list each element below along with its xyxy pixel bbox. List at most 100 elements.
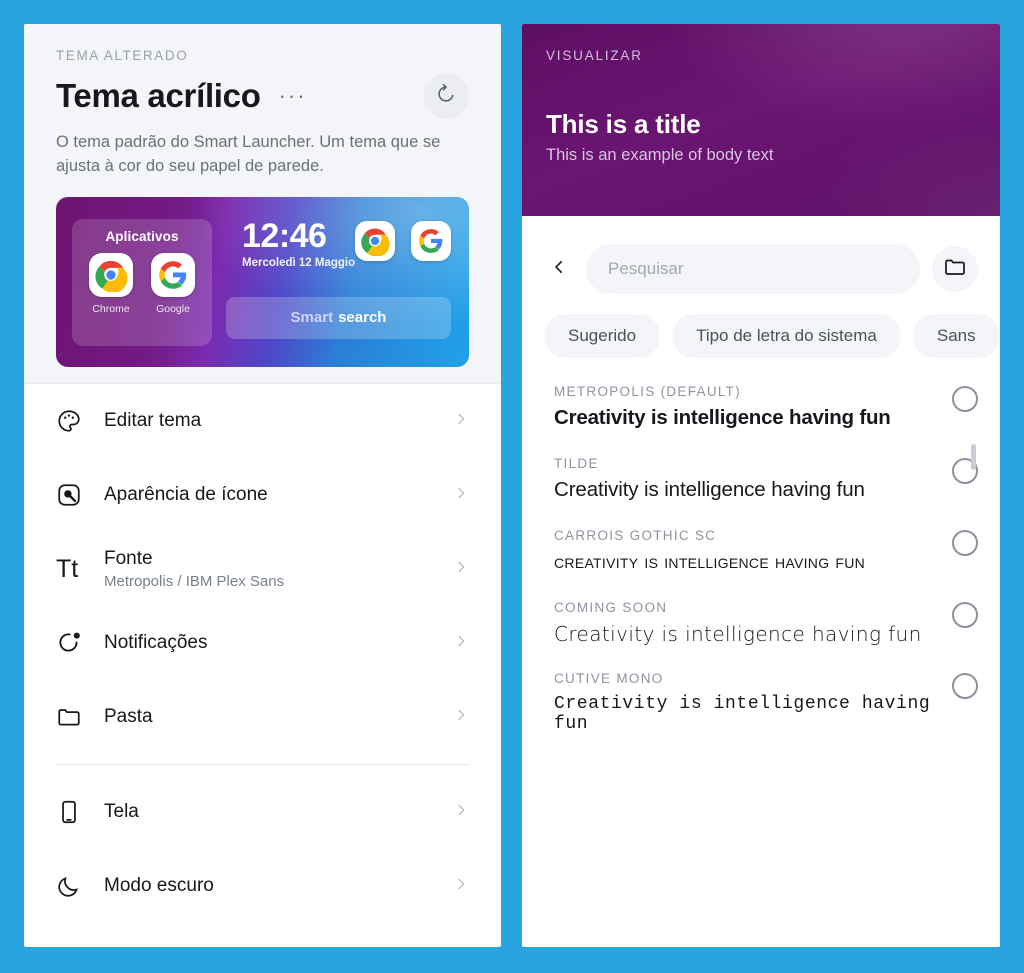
sidebar-item-aparencia-de-icone[interactable]: Aparência de ícone: [56, 458, 469, 532]
more-options-button[interactable]: ···: [275, 85, 311, 107]
font-list: METROPOLIS (DEFAULT) Creativity is intel…: [544, 384, 978, 761]
filter-chips-row: Sugerido Tipo de letra do sistema Sans: [544, 314, 1000, 358]
sidebar-item-label: Pasta: [104, 706, 153, 727]
theme-detail-panel: TEMA ALTERADO Tema acrílico ··· O tema p…: [24, 24, 501, 947]
sidebar-item-notificacoes[interactable]: Notificações: [56, 606, 469, 680]
open-folder-button[interactable]: [932, 246, 978, 292]
preview-title: This is a title: [546, 109, 701, 139]
search-row: Pesquisar: [544, 244, 978, 294]
list-divider: [56, 764, 469, 765]
chip-sugerido[interactable]: Sugerido: [544, 314, 661, 358]
preview-app-google: Google: [149, 252, 197, 315]
scrollbar-thumb[interactable]: [971, 444, 976, 470]
chrome-icon: [355, 220, 395, 261]
phone-screen-icon: [56, 799, 104, 825]
sidebar-item-label: Tela: [104, 801, 139, 822]
preview-apps-icon-row: Chrome Google: [72, 252, 212, 315]
sidebar-item-label: Editar tema: [104, 410, 202, 431]
chevron-right-icon: [453, 485, 469, 506]
moon-icon: [56, 873, 104, 899]
theme-title-row: Tema acrílico ···: [56, 73, 469, 119]
font-option-sample: Creativity is intelligence having fun: [554, 406, 891, 429]
preview-clock-date: Mercoledì 12 Maggio: [242, 256, 356, 269]
sidebar-item-editar-tema[interactable]: Editar tema: [56, 384, 469, 458]
theme-preview-card[interactable]: Aplicativos Chrome Google 12:46 Mercoled…: [56, 196, 469, 367]
preview-apps-title: Aplicativos: [105, 228, 179, 244]
font-tt-icon: Tt: [56, 554, 79, 583]
font-option-name: COMING SOON: [554, 599, 668, 615]
sidebar-item-modo-escuro[interactable]: Modo escuro: [56, 849, 469, 923]
palette-icon: [56, 408, 104, 434]
theme-description: O tema padrão do Smart Launcher. Um tema…: [56, 133, 441, 175]
preview-search-accent: Smart: [290, 309, 334, 327]
chip-tipo-de-letra-do-sistema[interactable]: Tipo de letra do sistema: [672, 314, 901, 358]
sidebar-item-tela[interactable]: Tela: [56, 775, 469, 849]
font-option-name: TILDE: [554, 455, 599, 471]
sidebar-item-sublabel: Metropolis / IBM Plex Sans: [104, 573, 285, 590]
font-option-text: TILDE Creativity is intelligence having …: [554, 456, 952, 502]
search-placeholder: Pesquisar: [608, 259, 684, 278]
preview-search-rest: search: [338, 309, 387, 327]
sidebar-item-text: Editar tema: [104, 410, 453, 432]
google-icon: [151, 252, 195, 297]
font-option-sample: Creativity is intelligence having fun: [554, 477, 865, 501]
font-option-coming-soon[interactable]: COMING SOON Creativity is intelligence h…: [544, 600, 978, 671]
preview-app-label: Google: [156, 302, 190, 315]
settings-list: Editar tema Aparência de ícone Tt Fonte …: [24, 384, 501, 923]
font-option-text: CUTIVE MONO Creativity is intelligence h…: [554, 671, 952, 734]
font-option-radio[interactable]: [952, 673, 978, 700]
preview-app-chrome: Chrome: [87, 252, 135, 315]
notification-bell-icon: [56, 630, 104, 656]
sidebar-item-label: Modo escuro: [104, 875, 214, 896]
folder-icon: [943, 255, 967, 284]
sidebar-item-text: Tela: [104, 801, 453, 823]
sidebar-item-label: Fonte: [104, 548, 153, 569]
reset-theme-button[interactable]: [423, 73, 469, 119]
sidebar-item-fonte[interactable]: Tt Fonte Metropolis / IBM Plex Sans: [56, 532, 469, 606]
font-option-name: CARROIS GOTHIC SC: [554, 527, 717, 543]
folder-icon: [56, 704, 104, 730]
preview-clock-time: 12:46: [242, 216, 327, 255]
theme-eyebrow: TEMA ALTERADO: [56, 48, 189, 63]
font-option-text: CARROIS GOTHIC SC Creativity is intellig…: [554, 528, 952, 574]
font-picker-sheet: Pesquisar Sugerido Tipo de letra do sist…: [522, 216, 1000, 947]
font-option-carrois-gothic-sc[interactable]: CARROIS GOTHIC SC Creativity is intellig…: [544, 528, 978, 600]
font-preview-header: VISUALIZAR This is a title This is an ex…: [522, 24, 1000, 216]
sidebar-item-text: Aparência de ícone: [104, 484, 453, 506]
font-option-radio[interactable]: [952, 529, 978, 556]
google-icon: [411, 220, 451, 261]
chevron-left-icon[interactable]: [544, 258, 574, 281]
sidebar-item-label: Aparência de ícone: [104, 484, 268, 505]
chip-sans[interactable]: Sans: [912, 314, 1000, 358]
sidebar-item-pasta[interactable]: Pasta: [56, 680, 469, 754]
preview-clock: 12:46 Mercoledì 12 Maggio: [242, 219, 355, 269]
preview-apps-widget: Aplicativos Chrome Google: [72, 218, 212, 346]
reset-icon: [435, 83, 457, 110]
preview-eyebrow: VISUALIZAR: [546, 48, 643, 63]
search-input[interactable]: Pesquisar: [586, 244, 920, 294]
sidebar-item-text: Pasta: [104, 706, 453, 728]
font-option-metropolis[interactable]: METROPOLIS (DEFAULT) Creativity is intel…: [544, 384, 978, 456]
theme-header: TEMA ALTERADO Tema acrílico ··· O tema p…: [24, 24, 501, 384]
font-option-sample: Creativity is intelligence having fun: [554, 549, 866, 573]
font-option-name: CUTIVE MONO: [554, 671, 664, 687]
chevron-right-icon: [453, 876, 469, 897]
sidebar-item-label: Notificações: [104, 632, 208, 653]
font-option-radio[interactable]: [952, 601, 978, 628]
chevron-right-icon: [453, 707, 469, 728]
font-option-sample: Creativity is intelligence having fun: [554, 621, 922, 646]
icon-appearance-icon: [56, 482, 104, 508]
sidebar-item-text: Modo escuro: [104, 875, 453, 897]
preview-dock: [355, 220, 451, 261]
sidebar-item-text: Notificações: [104, 632, 453, 654]
font-option-sample: Creativity is intelligence having fun: [554, 694, 931, 735]
preview-body-text: This is an example of body text: [546, 146, 774, 164]
font-option-radio[interactable]: [952, 386, 978, 412]
preview-search-bar: Smart search: [226, 296, 451, 339]
font-option-cutive-mono[interactable]: CUTIVE MONO Creativity is intelligence h…: [544, 671, 978, 760]
font-picker-panel: VISUALIZAR This is a title This is an ex…: [522, 24, 1000, 947]
font-option-text: METROPOLIS (DEFAULT) Creativity is intel…: [554, 384, 952, 430]
chevron-right-icon: [453, 411, 469, 432]
chevron-right-icon: [453, 633, 469, 654]
font-option-tilde[interactable]: TILDE Creativity is intelligence having …: [544, 456, 978, 528]
